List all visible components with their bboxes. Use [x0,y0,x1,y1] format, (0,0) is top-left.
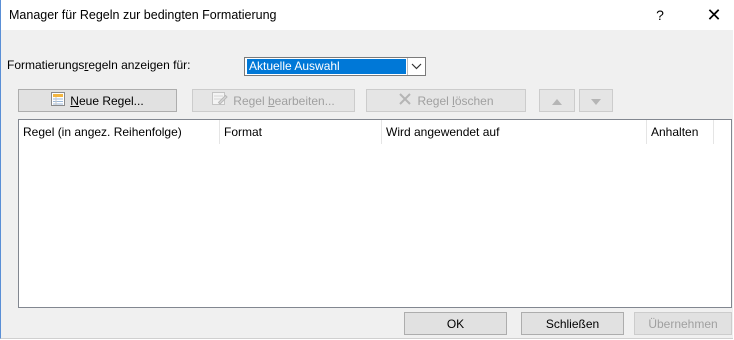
column-header-stop-if-true[interactable]: Anhalten [647,120,714,144]
show-rules-dropdown[interactable]: Aktuelle Auswahl [244,57,426,76]
title-bar: Manager für Regeln zur bedingten Formati… [1,0,733,30]
close-button[interactable]: Schließen [521,312,624,335]
dialog-title: Manager für Regeln zur bedingten Formati… [9,8,277,22]
close-icon[interactable]: ✕ [699,4,729,26]
column-header-rule[interactable]: Regel (in angez. Reihenfolge) [19,120,220,144]
move-down-button[interactable] [579,89,613,112]
ok-button[interactable]: OK [404,312,507,335]
new-rule-button[interactable]: Neue Regel... [18,89,177,112]
delete-rule-label: Regel löschen [417,93,494,108]
chevron-down-icon[interactable] [407,58,425,75]
move-up-button[interactable] [539,89,575,112]
help-button[interactable]: ? [645,4,675,26]
show-rules-selected-value: Aktuelle Auswahl [247,59,406,74]
delete-rule-button[interactable]: Regel löschen [366,89,526,112]
triangle-up-icon [552,94,562,108]
new-rule-label: Neue Regel... [70,93,144,108]
new-rule-icon [51,92,66,109]
show-rules-label: Formatierungsregeln anzeigen für: [7,58,191,72]
conditional-formatting-rules-dialog: Manager für Regeln zur bedingten Formati… [0,0,733,339]
column-header-applies-to[interactable]: Wird angewendet auf [382,120,647,144]
triangle-down-icon [591,94,601,108]
edit-rule-icon [212,92,228,109]
edit-rule-label: Regel bearbeiten... [233,93,335,108]
edit-rule-button[interactable]: Regel bearbeiten... [192,89,355,112]
column-header-format[interactable]: Format [220,120,382,144]
delete-x-icon [398,92,412,109]
apply-button[interactable]: Übernehmen [634,312,732,335]
rules-list[interactable]: Regel (in angez. Reihenfolge) Format Wir… [18,119,732,308]
